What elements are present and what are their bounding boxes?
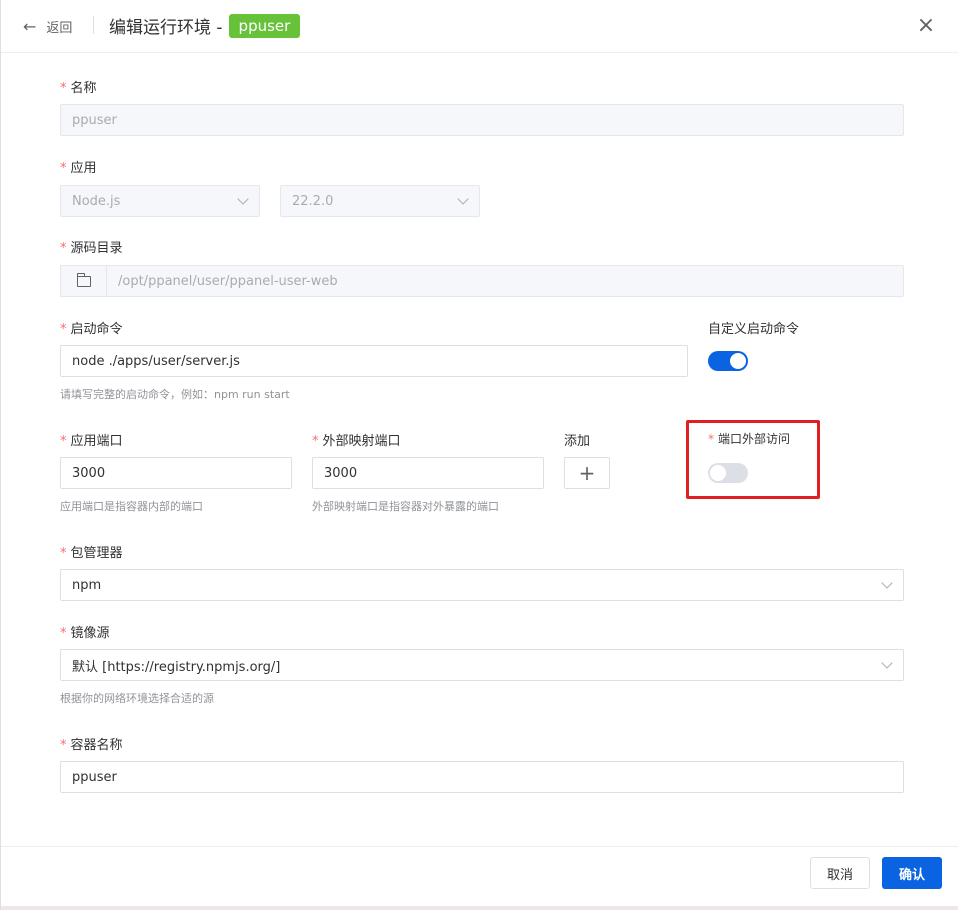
folder-icon xyxy=(76,272,91,287)
host-port-input[interactable]: 3000 xyxy=(312,457,544,489)
page-title-text: 编辑运行环境 - xyxy=(109,18,223,38)
app-port-hint: 应用端口是指容器内部的端口 xyxy=(60,500,203,513)
cancel-button[interactable]: 取消 xyxy=(810,857,870,889)
source-dir-input[interactable]: /opt/ppanel/user/ppanel-user-web xyxy=(106,265,904,297)
start-cmd-hint: 请填写完整的启动命令，例如：npm run start xyxy=(60,388,290,401)
add-port-button[interactable]: + xyxy=(564,457,610,489)
drawer-panel: ← 返回 编辑运行环境 - ppuser × * 名称 ppuser * 应用 No… xyxy=(0,0,958,910)
page-title: 编辑运行环境 - ppuser xyxy=(109,13,301,38)
custom-cmd-switch[interactable] xyxy=(708,351,748,371)
app-port-input[interactable]: 3000 xyxy=(60,457,292,489)
start-cmd-label: * 启动命令 xyxy=(60,322,123,337)
close-icon[interactable]: × xyxy=(916,14,936,38)
mirror-hint: 根据你的网络环境选择合适的源 xyxy=(60,692,214,705)
container-name-label: * 容器名称 xyxy=(60,738,123,753)
background-strip xyxy=(1,906,958,910)
start-cmd-input[interactable]: node ./apps/user/server.js xyxy=(60,345,688,377)
source-dir-label: * 源码目录 xyxy=(60,241,123,256)
drawer-header: ← 返回 编辑运行环境 - ppuser × xyxy=(1,0,958,53)
folder-picker-button[interactable] xyxy=(60,265,107,297)
chevron-down-icon xyxy=(457,193,469,205)
mirror-select[interactable]: 默认 [https://registry.npmjs.org/] xyxy=(60,649,904,681)
switch-knob xyxy=(730,353,746,369)
chevron-down-icon xyxy=(881,577,893,589)
arrow-left-icon: ← xyxy=(23,16,37,36)
container-name-input[interactable]: ppuser xyxy=(60,761,904,793)
app-type-select[interactable]: Node.js xyxy=(60,185,260,217)
confirm-button[interactable]: 确认 xyxy=(882,857,942,889)
chevron-down-icon xyxy=(881,657,893,669)
chevron-down-icon xyxy=(237,193,249,205)
header-divider xyxy=(93,16,94,34)
package-manager-label: * 包管理器 xyxy=(60,546,123,561)
host-port-hint: 外部映射端口是指容器对外暴露的端口 xyxy=(312,500,499,513)
package-manager-select[interactable]: npm xyxy=(60,569,904,601)
host-port-label: * 外部映射端口 xyxy=(312,434,401,449)
name-input[interactable]: ppuser xyxy=(60,104,904,136)
custom-cmd-label: 自定义启动命令 xyxy=(708,322,800,337)
app-port-label: * 应用端口 xyxy=(60,434,123,449)
name-label: * 名称 xyxy=(60,81,97,96)
app-version-select[interactable]: 22.2.0 xyxy=(280,185,480,217)
runtime-name-tag: ppuser xyxy=(228,13,301,38)
mirror-label: * 镜像源 xyxy=(60,626,110,641)
plus-icon: + xyxy=(578,461,596,485)
add-label: 添加 xyxy=(564,434,591,449)
highlight-box xyxy=(686,420,820,499)
back-label: 返回 xyxy=(46,21,73,36)
back-button[interactable]: ← 返回 xyxy=(23,17,72,36)
app-label: * 应用 xyxy=(60,161,97,176)
